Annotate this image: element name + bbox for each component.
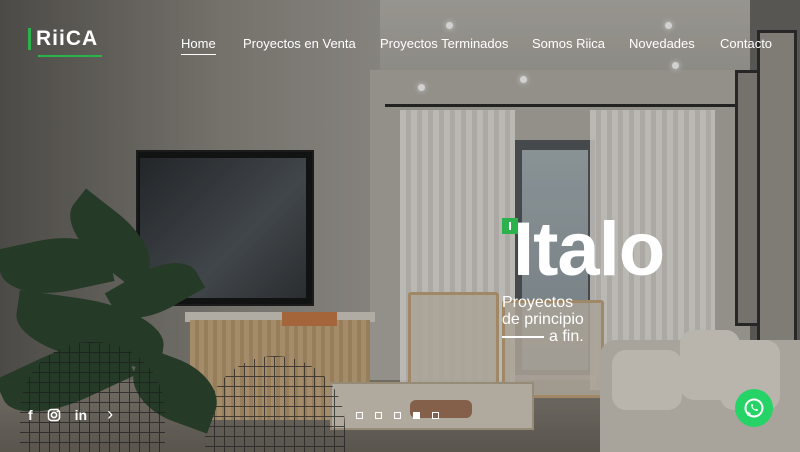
nav-proyectos-en-venta[interactable]: Proyectos en Venta [243,36,356,51]
tagline-line-3-wrap: a fin. [502,328,584,345]
logo[interactable]: RiiCA [28,27,98,51]
hero-title: Italo [513,207,665,292]
slider-dot-4[interactable] [413,412,420,419]
logo-text: RiiCA [36,27,99,50]
nav-contacto[interactable]: Contacto [720,36,772,51]
nav-somos-riica[interactable]: Somos Riica [532,36,605,51]
social-links: f in › [28,404,113,425]
slider-dot-2[interactable] [375,412,382,419]
hero-slider: RiiCA Home Proyectos en Venta Proyectos … [0,0,800,452]
facebook-icon[interactable]: f [28,407,33,423]
dark-overlay [0,0,800,452]
nav-novedades[interactable]: Novedades [629,36,695,51]
tagline-line-2: de principio [502,311,584,328]
tagline-line-1: Proyectos [502,294,574,311]
slider-dot-5[interactable] [432,412,439,419]
logo-underline [38,55,102,57]
linkedin-icon[interactable]: in [75,407,87,423]
tagline-line-3: a fin. [549,328,584,345]
instagram-icon[interactable] [47,408,61,422]
hero-tagline: Proyectos de principio a fin. [502,294,584,345]
nav-proyectos-terminados[interactable]: Proyectos Terminados [380,36,508,51]
tagline-dash [502,335,544,338]
nav-home[interactable]: Home [181,36,216,55]
logo-accent-bar [28,28,31,50]
whatsapp-button[interactable] [735,389,773,427]
slider-dot-1[interactable] [356,412,363,419]
whatsapp-icon [744,398,764,418]
slider-dot-3[interactable] [394,412,401,419]
next-arrow-icon[interactable]: › [107,404,113,425]
slider-dots [356,412,439,419]
